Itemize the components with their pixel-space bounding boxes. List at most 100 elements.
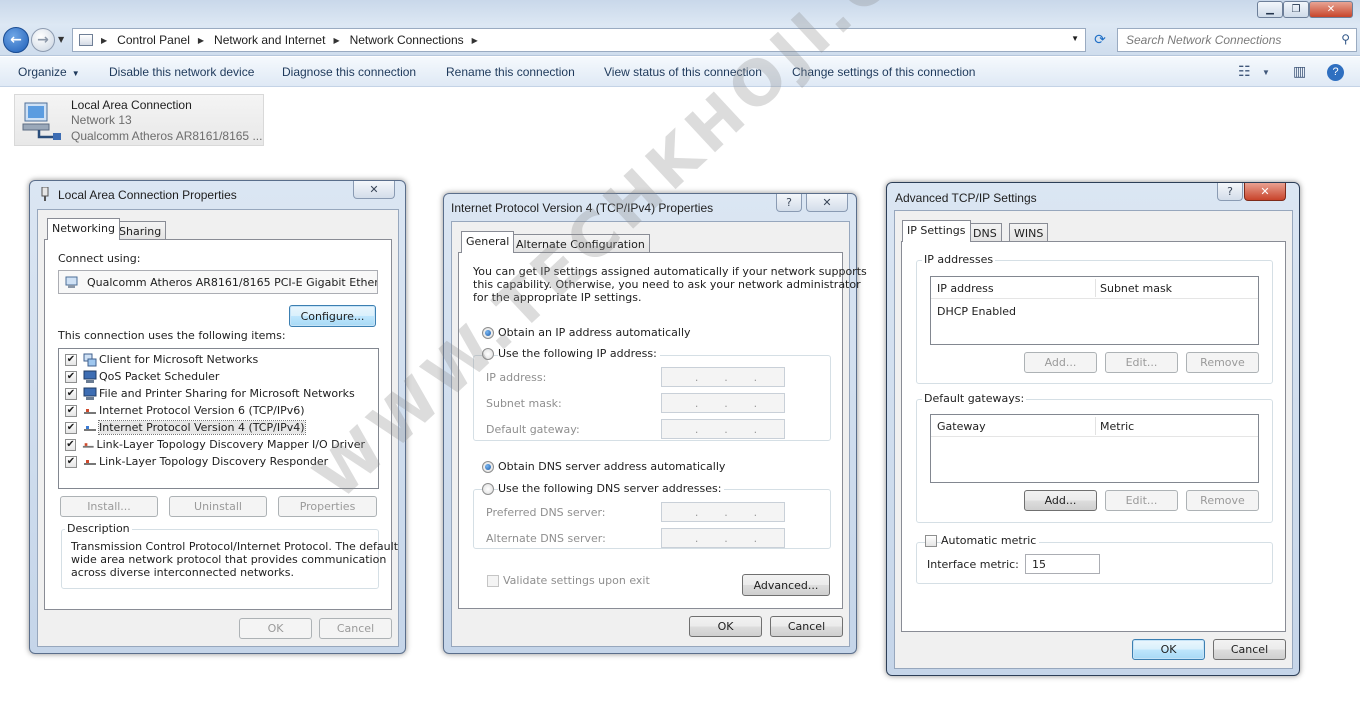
tab-wins[interactable]: WINS [1009, 223, 1049, 242]
use-ip-radio[interactable] [482, 348, 494, 360]
ipv4-cancel-button[interactable]: Cancel [770, 616, 843, 637]
obtain-dns-radio[interactable] [482, 461, 494, 473]
list-item[interactable]: ✔ Link-Layer Topology Discovery Responde… [65, 453, 365, 470]
ip-address-column[interactable]: IP address [937, 282, 994, 295]
ip-addresses-list[interactable]: IP address Subnet mask DHCP Enabled [930, 276, 1259, 345]
configure-button[interactable]: Configure... [289, 305, 376, 327]
list-item[interactable]: ✔ Client for Microsoft Networks [65, 351, 365, 368]
ipv4-close-button[interactable]: ✕ [806, 194, 848, 212]
preferred-dns-field[interactable]: ... [661, 502, 785, 522]
forward-button[interactable]: → [31, 28, 55, 52]
change-settings-button[interactable]: Change settings of this connection [792, 65, 975, 79]
connection-tile[interactable]: Local Area Connection Network 13 Qualcom… [14, 94, 264, 146]
ip-remove-button[interactable]: Remove [1186, 352, 1259, 373]
advanced-ok-button[interactable]: OK [1132, 639, 1205, 660]
tab-alternate-configuration[interactable]: Alternate Configuration [511, 234, 650, 253]
obtain-ip-radio[interactable] [482, 327, 494, 339]
metric-column[interactable]: Metric [1100, 420, 1134, 433]
list-item-selected[interactable]: ✔ Internet Protocol Version 4 (TCP/IPv4) [65, 419, 365, 436]
tab-sharing[interactable]: Sharing [114, 221, 167, 240]
validate-checkbox[interactable] [487, 575, 499, 587]
item-checkbox[interactable]: ✔ [65, 353, 77, 366]
breadcrumb-separator-icon[interactable]: ▶ [101, 36, 107, 45]
install-button[interactable]: Install... [60, 496, 158, 517]
list-item[interactable]: ✔ Internet Protocol Version 6 (TCP/IPv6) [65, 402, 365, 419]
use-dns-label[interactable]: Use the following DNS server addresses: [498, 482, 725, 495]
preview-pane-icon[interactable]: ▥ [1293, 63, 1306, 80]
automatic-metric-label[interactable]: Automatic metric [941, 534, 1040, 547]
list-item[interactable]: ✔ File and Printer Sharing for Microsoft… [65, 385, 365, 402]
column-divider[interactable] [1095, 279, 1096, 297]
breadcrumb-separator-icon[interactable]: ▶ [198, 36, 204, 45]
obtain-ip-label[interactable]: Obtain an IP address automatically [498, 326, 691, 339]
tab-dns[interactable]: DNS [968, 223, 1002, 242]
tab-general[interactable]: General [461, 231, 515, 253]
view-options-chevron-icon[interactable]: ▼ [1262, 68, 1270, 77]
advanced-close-button[interactable]: ✕ [1244, 183, 1286, 201]
minimize-button[interactable]: ▁ [1257, 1, 1283, 18]
address-dropdown-icon[interactable]: ▼ [1071, 34, 1079, 43]
refresh-button[interactable]: ⟳ [1090, 30, 1110, 50]
list-item[interactable]: ✔ QoS Packet Scheduler [65, 368, 365, 385]
close-button[interactable]: ✕ [1309, 1, 1353, 18]
tab-ip-settings[interactable]: IP Settings [902, 220, 971, 242]
advanced-help-button[interactable]: ? [1217, 183, 1243, 201]
gateway-column[interactable]: Gateway [937, 420, 986, 433]
help-icon[interactable]: ? [1327, 64, 1344, 81]
view-options-icon[interactable]: ☷ [1238, 63, 1251, 80]
default-gateway-field[interactable]: ... [661, 419, 785, 439]
uninstall-button[interactable]: Uninstall [169, 496, 267, 517]
recent-pages-dropdown[interactable]: ▼ [58, 35, 64, 44]
ip-edit-button[interactable]: Edit... [1105, 352, 1178, 373]
item-checkbox[interactable]: ✔ [65, 455, 77, 468]
advanced-button[interactable]: Advanced... [742, 574, 830, 596]
organize-menu[interactable]: Organize ▼ [18, 65, 80, 79]
breadcrumb-network-and-internet[interactable]: Network and Internet [214, 33, 325, 47]
use-ip-label[interactable]: Use the following IP address: [498, 347, 660, 360]
item-checkbox[interactable]: ✔ [65, 370, 77, 383]
item-checkbox[interactable]: ✔ [65, 421, 77, 434]
search-input[interactable]: Search Network Connections ⚲ [1117, 28, 1357, 52]
gateway-remove-button[interactable]: Remove [1186, 490, 1259, 511]
breadcrumb-separator-icon[interactable]: ▶ [333, 36, 339, 45]
subnet-mask-field[interactable]: ... [661, 393, 785, 413]
lac-cancel-button[interactable]: Cancel [319, 618, 392, 639]
disable-device-button[interactable]: Disable this network device [109, 65, 254, 79]
gateway-edit-button[interactable]: Edit... [1105, 490, 1178, 511]
breadcrumb-separator-icon[interactable]: ▶ [472, 36, 478, 45]
interface-metric-field[interactable]: 15 [1025, 554, 1100, 574]
obtain-dns-label[interactable]: Obtain DNS server address automatically [498, 460, 725, 473]
ipv4-help-button[interactable]: ? [776, 194, 802, 212]
breadcrumb-control-panel[interactable]: Control Panel [117, 33, 190, 47]
lac-ok-button[interactable]: OK [239, 618, 312, 639]
gateways-list[interactable]: Gateway Metric [930, 414, 1259, 483]
validate-label[interactable]: Validate settings upon exit [503, 574, 650, 587]
rename-button[interactable]: Rename this connection [446, 65, 575, 79]
item-checkbox[interactable]: ✔ [65, 438, 76, 451]
breadcrumb-network-connections[interactable]: Network Connections [350, 33, 464, 47]
maximize-button[interactable]: ❐ [1283, 1, 1309, 18]
alternate-dns-field[interactable]: ... [661, 528, 785, 548]
address-bar[interactable]: ▶ Control Panel ▶ Network and Internet ▶… [72, 28, 1086, 52]
item-checkbox[interactable]: ✔ [65, 404, 77, 417]
advanced-cancel-button[interactable]: Cancel [1213, 639, 1286, 660]
diagnose-button[interactable]: Diagnose this connection [282, 65, 416, 79]
properties-button[interactable]: Properties [278, 496, 377, 517]
list-item[interactable]: ✔ Link-Layer Topology Discovery Mapper I… [65, 436, 365, 453]
column-divider[interactable] [1095, 417, 1096, 435]
gateway-add-button[interactable]: Add... [1024, 490, 1097, 511]
subnet-mask-column[interactable]: Subnet mask [1100, 282, 1172, 295]
use-dns-radio[interactable] [482, 483, 494, 495]
view-status-button[interactable]: View status of this connection [604, 65, 762, 79]
tab-networking[interactable]: Networking [47, 218, 120, 240]
search-icon[interactable]: ⚲ [1341, 32, 1350, 46]
item-checkbox[interactable]: ✔ [65, 387, 77, 400]
lac-close-button[interactable]: ✕ [353, 181, 395, 199]
back-button[interactable]: ← [3, 27, 29, 53]
table-row[interactable]: DHCP Enabled [937, 305, 1016, 318]
ip-address-field[interactable]: ... [661, 367, 785, 387]
items-list[interactable]: ✔ Client for Microsoft Networks ✔ QoS Pa… [58, 348, 379, 489]
automatic-metric-checkbox[interactable] [925, 535, 937, 547]
ipv4-ok-button[interactable]: OK [689, 616, 762, 637]
ip-add-button[interactable]: Add... [1024, 352, 1097, 373]
